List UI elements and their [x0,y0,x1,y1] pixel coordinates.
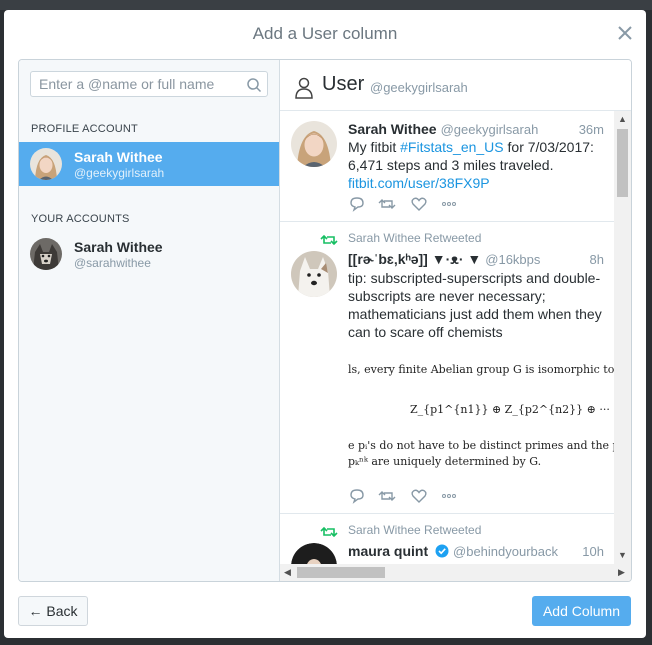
tweet-author-handle: @behindyourback [453,544,558,559]
search-box [30,71,268,97]
scroll-up-arrow-icon[interactable]: ▲ [618,115,627,124]
reply-icon[interactable] [348,195,366,213]
media-text-line: pₖⁿᵏ are uniquely determined by G. [348,455,542,468]
account-name: Sarah Withee [74,239,163,255]
tweet-item[interactable]: Sarah Withee Retweeted [[rɚˈbɛ‚kʰə]] ▼·ᴥ… [280,221,614,514]
account-item-sarahwithee[interactable]: Sarah Withee @sarahwithee [19,232,279,276]
tweet-text: tip: subscripted-superscripts and double… [348,270,602,340]
reply-icon[interactable] [348,487,366,505]
tweet-author-name: [[rɚˈbɛ‚kʰə]] ▼·ᴥ· ▼ [348,251,482,267]
tweet-time: 36m [578,122,604,137]
retweet-icon[interactable] [378,487,396,505]
avatar [291,121,337,167]
account-item-geekygirlsarah[interactable]: Sarah Withee @geekygirlsarah [19,142,279,186]
tweet-author-handle: @16kbps [485,252,541,267]
more-icon[interactable] [440,487,458,505]
tweet-feed[interactable]: Sarah Withee @geekygirlsarah 36m My fitbi… [280,111,614,564]
horizontal-scrollbar[interactable]: ◀ ▶ [280,564,631,581]
column-handle: @geekygirlsarah [370,80,468,95]
profile-account-heading: PROFILE ACCOUNT [31,123,138,135]
media-text-line: e pᵢ's do not have to be distinct primes… [348,439,614,452]
account-name: Sarah Withee [74,149,163,165]
tweet-time: 8h [589,252,604,267]
account-handle: @sarahwithee [74,256,151,270]
your-accounts-heading: YOUR ACCOUNTS [31,213,130,225]
scroll-right-arrow-icon[interactable]: ▶ [618,568,625,577]
tweet-author[interactable]: maura quint @behindyourback [348,543,558,559]
avatar [30,238,62,270]
retweeted-by: Sarah Withee Retweeted [348,231,482,245]
tweet-author-name: Sarah Withee [348,121,437,137]
retweet-icon[interactable] [378,195,396,213]
account-sidebar: PROFILE ACCOUNT Sarah Withee @geekygirls… [19,60,280,581]
tweet-text: My fitbit #Fitstats_en_US for 7/03/2017:… [348,139,594,191]
retweeted-by: Sarah Withee Retweeted [348,523,482,537]
avatar [30,148,62,180]
tweet-author-handle: @geekygirlsarah [440,122,539,137]
more-icon[interactable] [440,195,458,213]
tweet-link[interactable]: fitbit.com/user/38FX9P [348,175,490,191]
close-icon[interactable] [614,22,636,44]
backdrop [0,0,652,10]
media-text-line: ls, every finite Abelian group G is isom… [348,363,614,376]
search-icon[interactable] [246,77,262,93]
column-header: User @geekygirlsarah [280,60,631,111]
tweet-actions [348,487,488,505]
avatar [291,543,337,564]
like-icon[interactable] [410,487,428,505]
tweet-item[interactable]: Sarah Withee Retweeted maura quint @behi… [280,513,614,564]
vertical-scrollbar[interactable]: ▲ ▼ [614,111,631,564]
search-input[interactable] [31,72,249,96]
like-icon[interactable] [410,195,428,213]
scroll-left-arrow-icon[interactable]: ◀ [284,568,291,577]
scrollbar-thumb[interactable] [617,129,628,197]
back-button[interactable]: ← Back [18,596,88,626]
tweet-author[interactable]: [[rɚˈbɛ‚kʰə]] ▼·ᴥ· ▼ @16kbps [348,251,540,267]
tweet-time: 10h [582,544,604,559]
tweet-media-image[interactable]: ls, every finite Abelian group G is isom… [348,353,614,473]
column-picker-panel: PROFILE ACCOUNT Sarah Withee @geekygirls… [18,59,632,582]
retweet-indicator-icon [320,526,338,538]
hashtag-link[interactable]: #Fitstats_en_US [400,139,504,155]
tweet-item[interactable]: Sarah Withee @geekygirlsarah 36m My fitbi… [280,111,614,222]
column-title: User [322,73,365,95]
tweet-author-name: maura quint [348,543,429,559]
account-handle: @geekygirlsarah [74,166,165,180]
user-icon [295,77,313,99]
retweet-indicator-icon [320,234,338,246]
add-user-column-modal: Add a User column PROFILE ACCOUNT [4,10,646,638]
scrollbar-thumb[interactable] [297,567,385,578]
verified-icon [435,544,449,558]
tweet-actions [348,195,488,213]
media-text-line: Z_{p1^{n1}} ⊕ Z_{p2^{n2}} ⊕ ··· ⊕ Z_{pk^… [410,403,614,416]
avatar [291,251,337,297]
tweet-author[interactable]: Sarah Withee @geekygirlsarah [348,121,538,137]
column-preview: User @geekygirlsarah Sarah Withee @geekyg… [280,60,631,581]
scroll-down-arrow-icon[interactable]: ▼ [618,551,627,560]
add-column-button[interactable]: Add Column [532,596,631,626]
modal-title: Add a User column [252,24,398,43]
